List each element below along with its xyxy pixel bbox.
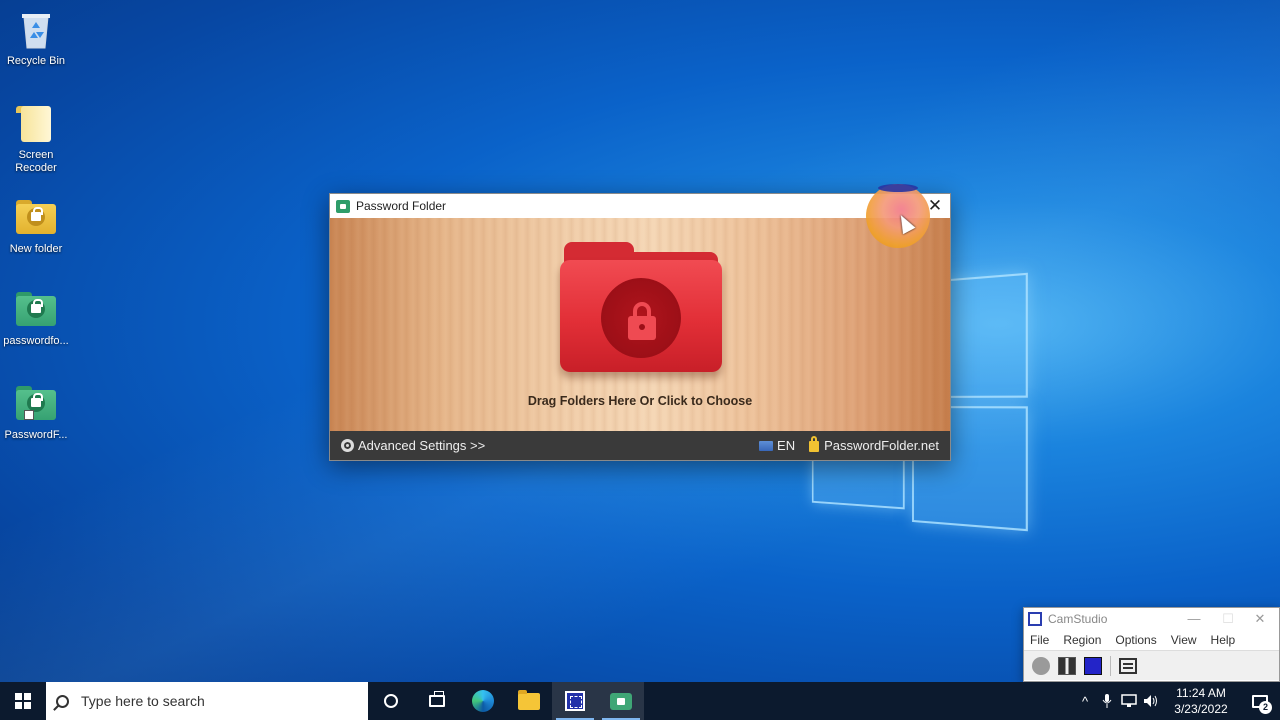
padlock-icon <box>628 302 656 340</box>
green-lock-folder-icon <box>14 288 58 332</box>
desktop-icon-recycle-bin[interactable]: Recycle Bin <box>0 8 72 68</box>
advanced-settings-link[interactable]: Advanced Settings >> <box>358 438 485 453</box>
clock-time: 11:24 AM <box>1176 686 1226 700</box>
cortana-button[interactable] <box>368 682 414 720</box>
camstudio-icon <box>565 691 585 711</box>
lock-icon <box>809 436 820 452</box>
cortana-icon <box>384 694 398 708</box>
password-folder-icon <box>610 692 632 710</box>
action-center-button[interactable]: 2 <box>1240 682 1280 720</box>
file-explorer-icon <box>518 689 540 710</box>
password-folder-app-icon <box>336 199 350 213</box>
window-title: Password Folder <box>356 199 447 213</box>
pause-button[interactable] <box>1058 656 1076 675</box>
password-folder-window: Password Folder ✕ Drag Folders Here Or C… <box>329 193 951 461</box>
desktop-icon-label: New folder <box>9 243 63 255</box>
network-icon[interactable] <box>1118 682 1140 720</box>
task-view-button[interactable] <box>414 682 460 720</box>
camstudio-window: CamStudio — ☐ ✕ File Region Options View… <box>1023 607 1280 682</box>
maximize-button[interactable]: ☐ <box>1211 608 1245 630</box>
search-placeholder: Type here to search <box>81 693 205 709</box>
desktop-icon-passwordfolder[interactable]: passwordfo... <box>0 288 72 348</box>
desktop-icon-label: PasswordF... <box>4 429 68 441</box>
locked-folder-icon <box>14 196 58 240</box>
volume-icon[interactable] <box>1140 682 1162 720</box>
menu-region[interactable]: Region <box>1063 633 1101 647</box>
menu-view[interactable]: View <box>1171 633 1197 647</box>
menu-help[interactable]: Help <box>1211 633 1236 647</box>
taskbar-file-explorer[interactable] <box>506 682 552 720</box>
red-lock-folder-icon[interactable] <box>560 242 722 372</box>
drop-zone-hint: Drag Folders Here Or Click to Choose <box>527 394 753 408</box>
microphone-icon[interactable] <box>1096 682 1118 720</box>
taskbar-search-box[interactable]: Type here to search <box>46 682 368 720</box>
camstudio-toolbar <box>1024 650 1279 680</box>
clock-date: 3/23/2022 <box>1174 702 1228 716</box>
camstudio-titlebar[interactable]: CamStudio — ☐ ✕ <box>1024 608 1279 630</box>
website-link[interactable]: PasswordFolder.net <box>824 438 939 453</box>
edge-icon <box>472 690 494 712</box>
camstudio-title: CamStudio <box>1048 612 1108 626</box>
taskbar-password-folder[interactable] <box>598 682 644 720</box>
show-hidden-icons-chevron[interactable]: ^ <box>1074 682 1096 720</box>
record-button[interactable] <box>1032 656 1050 675</box>
task-view-icon <box>429 691 445 707</box>
taskbar-edge[interactable] <box>460 682 506 720</box>
camstudio-menubar: File Region Options View Help <box>1024 630 1279 650</box>
green-lock-folder-shortcut-icon <box>14 382 58 426</box>
camstudio-app-icon <box>1028 612 1042 626</box>
notification-badge: 2 <box>1259 701 1272 714</box>
taskbar-camstudio[interactable] <box>552 682 598 720</box>
desktop-icon-passwordfolder-shortcut[interactable]: PasswordF... <box>0 382 72 442</box>
taskbar: Type here to search ^ 11:24 AM 3/23/2022… <box>0 682 1280 720</box>
password-folder-footer: Advanced Settings >> EN PasswordFolder.n… <box>330 431 950 460</box>
desktop-icon-label: Screen Recoder <box>15 149 57 174</box>
windows-start-icon <box>15 693 31 709</box>
password-folder-titlebar[interactable]: Password Folder ✕ <box>330 194 950 218</box>
clock[interactable]: 11:24 AM 3/23/2022 <box>1162 685 1240 717</box>
minimize-button[interactable]: — <box>1177 608 1211 630</box>
desktop-icon-label: passwordfo... <box>3 335 69 347</box>
recycle-bin-icon <box>14 8 58 52</box>
desktop-icon-label: Recycle Bin <box>6 55 66 67</box>
system-tray: ^ 11:24 AM 3/23/2022 2 <box>1074 682 1280 720</box>
desktop-icon-new-folder[interactable]: New folder <box>0 196 72 256</box>
shortcut-arrow-icon <box>24 410 34 420</box>
stop-button[interactable] <box>1084 656 1102 675</box>
language-selector[interactable]: EN <box>777 438 795 453</box>
toolbar-divider <box>1110 655 1111 676</box>
folder-icon <box>14 102 58 146</box>
menu-options[interactable]: Options <box>1115 633 1156 647</box>
search-icon <box>56 694 69 708</box>
folder-drop-zone[interactable]: Drag Folders Here Or Click to Choose <box>330 218 950 431</box>
flag-icon <box>759 440 774 451</box>
start-button[interactable] <box>0 682 46 720</box>
desktop-icon-screen-recoder[interactable]: Screen Recoder <box>0 102 72 175</box>
gear-icon <box>341 439 354 452</box>
menu-file[interactable]: File <box>1030 633 1049 647</box>
close-button[interactable]: ✕ <box>1243 608 1277 630</box>
options-button[interactable] <box>1119 657 1137 674</box>
